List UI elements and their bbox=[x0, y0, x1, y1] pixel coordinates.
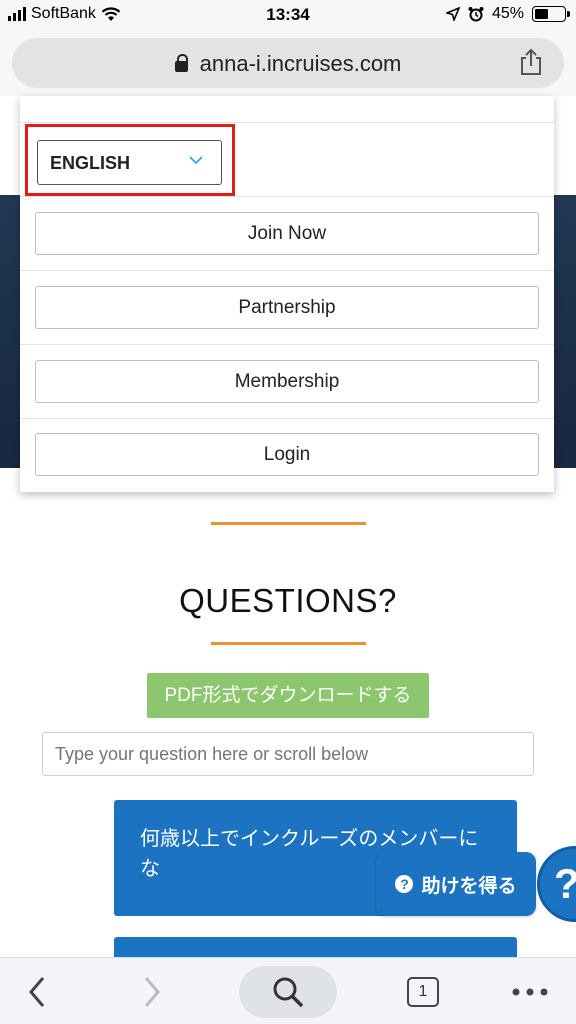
battery-percent: 45% bbox=[491, 5, 524, 22]
menu-top-strip bbox=[20, 96, 554, 123]
search-button[interactable] bbox=[239, 966, 337, 1018]
forward-arrow-icon bbox=[144, 976, 160, 1007]
partnership-button[interactable]: Partnership bbox=[35, 286, 539, 329]
browser-toolbar: 1 bbox=[0, 957, 576, 1024]
section-title: QUESTIONS? bbox=[179, 582, 397, 619]
help-button[interactable]: ? 助けを得る bbox=[376, 852, 536, 916]
tabs-icon: 1 bbox=[407, 976, 439, 1007]
url-display[interactable]: anna-i.incruises.com bbox=[12, 51, 564, 77]
location-arrow-icon bbox=[445, 7, 460, 21]
question-circle-icon: ? bbox=[395, 875, 414, 893]
chevron-down-icon bbox=[189, 156, 203, 165]
language-highlight: ENGLISH bbox=[25, 124, 235, 196]
menu-divider bbox=[20, 270, 554, 271]
language-select-value: ENGLISH bbox=[50, 153, 131, 173]
url-text: anna-i.incruises.com bbox=[199, 51, 402, 76]
page: SoftBank 13:34 45% anna-i.incruises.com … bbox=[0, 0, 576, 1024]
help-button-label: 助けを得る bbox=[421, 875, 517, 897]
help-bubble[interactable]: ? bbox=[537, 846, 576, 922]
language-select[interactable]: ENGLISH bbox=[37, 140, 222, 185]
menu-divider bbox=[20, 196, 554, 197]
back-button[interactable] bbox=[14, 958, 60, 1024]
membership-button[interactable]: Membership bbox=[35, 360, 539, 403]
nav-menu-panel: ENGLISH Join Now Partnership Membership … bbox=[20, 96, 554, 492]
login-button[interactable]: Login bbox=[35, 433, 539, 476]
lock-icon bbox=[174, 54, 188, 72]
battery-fill bbox=[535, 9, 548, 19]
browser-url-area: anna-i.incruises.com bbox=[0, 30, 576, 96]
alarm-icon bbox=[468, 7, 484, 22]
status-right: 45% bbox=[445, 5, 570, 23]
search-icon bbox=[273, 977, 304, 1008]
address-bar[interactable]: anna-i.incruises.com bbox=[12, 38, 564, 88]
share-icon[interactable] bbox=[516, 47, 546, 77]
tabs-button[interactable]: 1 bbox=[398, 958, 448, 1024]
divider-line bbox=[211, 522, 366, 525]
menu-divider bbox=[20, 418, 554, 419]
battery-icon bbox=[532, 6, 570, 22]
more-icon bbox=[512, 988, 548, 995]
forward-button[interactable] bbox=[129, 958, 175, 1024]
pdf-download-button[interactable]: PDF形式でダウンロードする bbox=[147, 673, 429, 718]
back-arrow-icon bbox=[29, 976, 45, 1007]
question-search-input[interactable] bbox=[42, 732, 534, 776]
join-now-button[interactable]: Join Now bbox=[35, 212, 539, 255]
more-button[interactable] bbox=[505, 958, 555, 1024]
divider-line bbox=[211, 642, 366, 645]
status-bar: SoftBank 13:34 45% bbox=[0, 0, 576, 30]
menu-divider bbox=[20, 344, 554, 345]
